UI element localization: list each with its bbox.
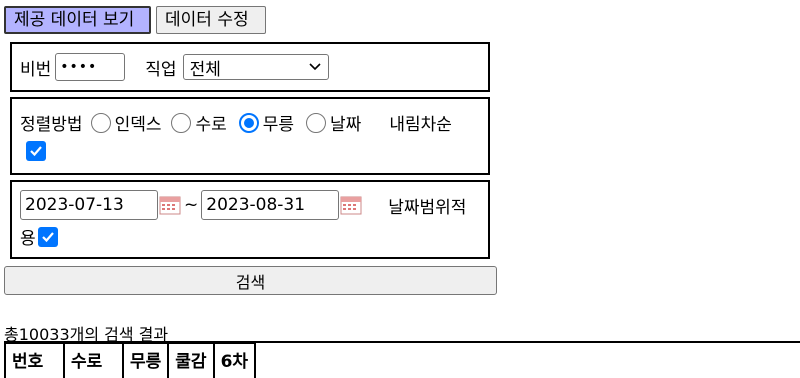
filter-box: 비번 직업 전체 (10, 42, 490, 92)
job-label: 직업 (145, 59, 177, 80)
job-select[interactable]: 전체 (182, 54, 329, 80)
column-header-6th[interactable]: 6차 (212, 342, 257, 378)
password-input[interactable] (55, 53, 126, 81)
chevron-down-icon (308, 63, 321, 71)
date-range-apply-checkbox[interactable] (37, 226, 58, 247)
sort-box: 정렬방법 인덱스 수로 무릉 날짜 내림차순 (10, 97, 490, 175)
sort-radio-index[interactable] (90, 112, 111, 133)
date-range-apply-label-continued: 용 (20, 229, 36, 249)
sort-radio-mureung[interactable] (238, 112, 259, 133)
column-header-number[interactable]: 번호 (4, 342, 65, 378)
date-separator: ~ (184, 195, 199, 215)
tab-edit-data[interactable]: 데이터 수정 (156, 6, 266, 34)
end-date-value: 2023-08-31 (206, 195, 306, 215)
sort-option-index-label: 인덱스 (114, 115, 162, 135)
sort-radio-date[interactable] (306, 112, 327, 133)
calendar-icon[interactable] (159, 195, 181, 215)
column-header-cooldown[interactable]: 쿨감 (167, 342, 215, 378)
password-label: 비번 (20, 59, 52, 80)
date-range-apply-label: 날짜범위적 (388, 197, 467, 218)
sort-option-date-label: 날짜 (330, 115, 362, 135)
desc-label: 내림차순 (389, 115, 452, 135)
sort-label: 정렬방법 (20, 115, 83, 135)
check-icon (41, 231, 54, 242)
results-table: 번호 수로 무릉 쿨감 6차 (4, 342, 257, 378)
check-icon (30, 146, 42, 157)
sort-option-suro-label: 수로 (195, 115, 227, 135)
search-button-label: 검색 (235, 272, 266, 292)
date-range-box: 2023-07-13 ~ 2023-08-31 날짜범위적 용 (10, 180, 490, 259)
search-button[interactable]: 검색 (4, 266, 497, 295)
table-header-row: 번호 수로 무릉 쿨감 6차 (4, 342, 257, 378)
start-date-input[interactable]: 2023-07-13 (20, 190, 158, 220)
sort-radio-suro[interactable] (171, 112, 192, 133)
calendar-icon[interactable] (340, 195, 362, 215)
start-date-value: 2023-07-13 (25, 195, 124, 215)
job-select-value: 전체 (189, 59, 221, 80)
column-header-suro[interactable]: 수로 (63, 342, 124, 378)
column-header-mureung[interactable]: 무릉 (121, 342, 170, 378)
sort-option-mureung-label: 무릉 (262, 115, 295, 135)
tab-view-data[interactable]: 제공 데이터 보기 (4, 6, 151, 34)
end-date-input[interactable]: 2023-08-31 (201, 190, 340, 220)
desc-checkbox[interactable] (26, 141, 46, 161)
